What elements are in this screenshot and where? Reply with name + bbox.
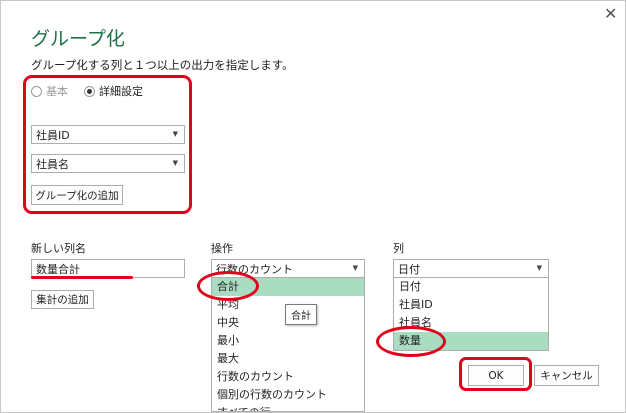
close-icon[interactable]: ✕ bbox=[604, 6, 617, 22]
dialog-title: グループ化 bbox=[31, 28, 125, 50]
new-column-name-value: 数量合計 bbox=[36, 262, 80, 276]
column-dropdown[interactable]: 日付 ▼ bbox=[393, 259, 549, 278]
column-option-employee-id[interactable]: 社員ID bbox=[394, 296, 548, 314]
highlight-quantity-option bbox=[376, 326, 446, 357]
chevron-down-icon: ▼ bbox=[352, 264, 358, 272]
operation-tooltip: 合計 bbox=[285, 304, 317, 325]
column-dropdown-value: 日付 bbox=[398, 262, 420, 276]
highlight-sum-option bbox=[197, 271, 259, 301]
column-label: 列 bbox=[393, 242, 404, 255]
highlight-underline bbox=[31, 276, 133, 279]
add-aggregation-button[interactable]: 集計の追加 bbox=[31, 290, 94, 309]
highlight-group-by-area bbox=[23, 75, 192, 214]
column-option-date[interactable]: 日付 bbox=[394, 278, 548, 296]
operation-option-count-rows[interactable]: 行数のカウント bbox=[212, 368, 364, 386]
highlight-ok-button bbox=[459, 357, 532, 391]
operation-label: 操作 bbox=[211, 242, 233, 255]
group-by-dialog: ✕ グループ化 グループ化する列と１つ以上の出力を指定します。 基本 詳細設定 … bbox=[0, 0, 626, 413]
new-column-name-label: 新しい列名 bbox=[31, 242, 86, 255]
dialog-description: グループ化する列と１つ以上の出力を指定します。 bbox=[31, 58, 294, 72]
cancel-button[interactable]: キャンセル bbox=[534, 365, 599, 386]
operation-option-max[interactable]: 最大 bbox=[212, 350, 364, 368]
operation-option-all-rows[interactable]: すべての行 bbox=[212, 404, 364, 411]
operation-option-count-distinct-rows[interactable]: 個別の行数のカウント bbox=[212, 386, 364, 404]
chevron-down-icon: ▼ bbox=[536, 264, 542, 272]
operation-option-min[interactable]: 最小 bbox=[212, 332, 364, 350]
